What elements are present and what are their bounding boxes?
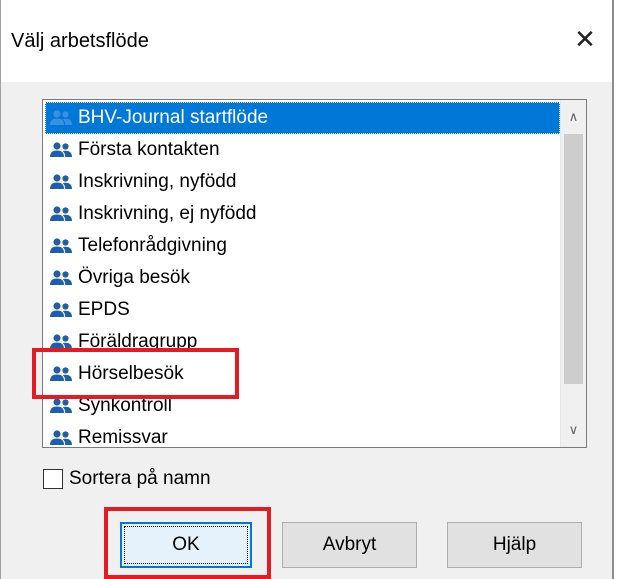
- list-item[interactable]: Telefonrådgivning: [45, 230, 560, 262]
- chevron-down-icon: ∨: [568, 422, 579, 437]
- list-item-label: Hörselbesök: [78, 363, 184, 384]
- list-item[interactable]: Remissvar: [45, 422, 560, 448]
- cancel-button[interactable]: Avbryt: [282, 522, 417, 568]
- ok-button-label: OK: [172, 534, 200, 555]
- list-item[interactable]: EPDS: [45, 294, 560, 326]
- help-button-label: Hjälp: [492, 534, 537, 555]
- users-icon: [50, 110, 72, 125]
- list-item[interactable]: BHV-Journal startflöde: [45, 102, 560, 134]
- users-icon: [50, 366, 72, 381]
- list-item-label: Första kontakten: [78, 139, 220, 160]
- close-button[interactable]: ✕: [568, 22, 602, 56]
- users-icon: [50, 174, 72, 189]
- list-item[interactable]: Första kontakten: [45, 134, 560, 166]
- users-icon: [50, 302, 72, 317]
- workflow-listbox[interactable]: BHV-Journal startflöde Första kontakten In…: [42, 99, 587, 448]
- list-item-label: Telefonrådgivning: [78, 235, 227, 256]
- cancel-button-label: Avbryt: [322, 534, 377, 555]
- title-bar: Välj arbetsflöde ✕: [1, 0, 612, 82]
- users-icon: [50, 142, 72, 157]
- list-item-label: Övriga besök: [78, 267, 190, 288]
- sort-by-name-label: Sortera på namn: [69, 468, 211, 489]
- workflow-list: BHV-Journal startflöde Första kontakten In…: [45, 102, 560, 448]
- help-button[interactable]: Hjälp: [447, 522, 582, 568]
- list-item[interactable]: Inskrivning, nyfödd: [45, 166, 560, 198]
- users-icon: [50, 270, 72, 285]
- list-item-label: Föräldragrupp: [78, 331, 198, 352]
- close-icon: ✕: [574, 23, 596, 54]
- users-icon: [50, 206, 72, 221]
- list-item-label: Synkontroll: [78, 395, 172, 416]
- list-item-label: Remissvar: [78, 427, 168, 448]
- users-icon: [50, 398, 72, 413]
- sort-by-name-option[interactable]: Sortera på namn: [43, 468, 211, 490]
- users-icon: [50, 334, 72, 349]
- scroll-up-button[interactable]: ∧: [561, 104, 586, 130]
- users-icon: [50, 430, 72, 445]
- list-item[interactable]: Övriga besök: [45, 262, 560, 294]
- users-icon: [50, 238, 72, 253]
- ok-button[interactable]: OK: [120, 522, 252, 568]
- sort-by-name-checkbox[interactable]: [43, 469, 63, 489]
- select-workflow-dialog: Välj arbetsflöde ✕ BHV-Journal startflöd…: [0, 0, 614, 579]
- list-item-label: EPDS: [78, 299, 130, 320]
- list-item[interactable]: Föräldragrupp: [45, 326, 560, 358]
- scroll-thumb[interactable]: [564, 134, 583, 384]
- list-item[interactable]: Inskrivning, ej nyfödd: [45, 198, 560, 230]
- dialog-title: Välj arbetsflöde: [11, 30, 149, 52]
- list-item-label: BHV-Journal startflöde: [78, 107, 269, 128]
- scroll-down-button[interactable]: ∨: [561, 417, 586, 443]
- list-item-label: Inskrivning, nyfödd: [78, 171, 237, 192]
- list-scrollbar[interactable]: ∧ ∨: [560, 100, 586, 447]
- chevron-up-icon: ∧: [568, 109, 579, 124]
- list-item[interactable]: Synkontroll: [45, 390, 560, 422]
- list-item[interactable]: Hörselbesök: [45, 358, 560, 390]
- list-item-label: Inskrivning, ej nyfödd: [78, 203, 257, 224]
